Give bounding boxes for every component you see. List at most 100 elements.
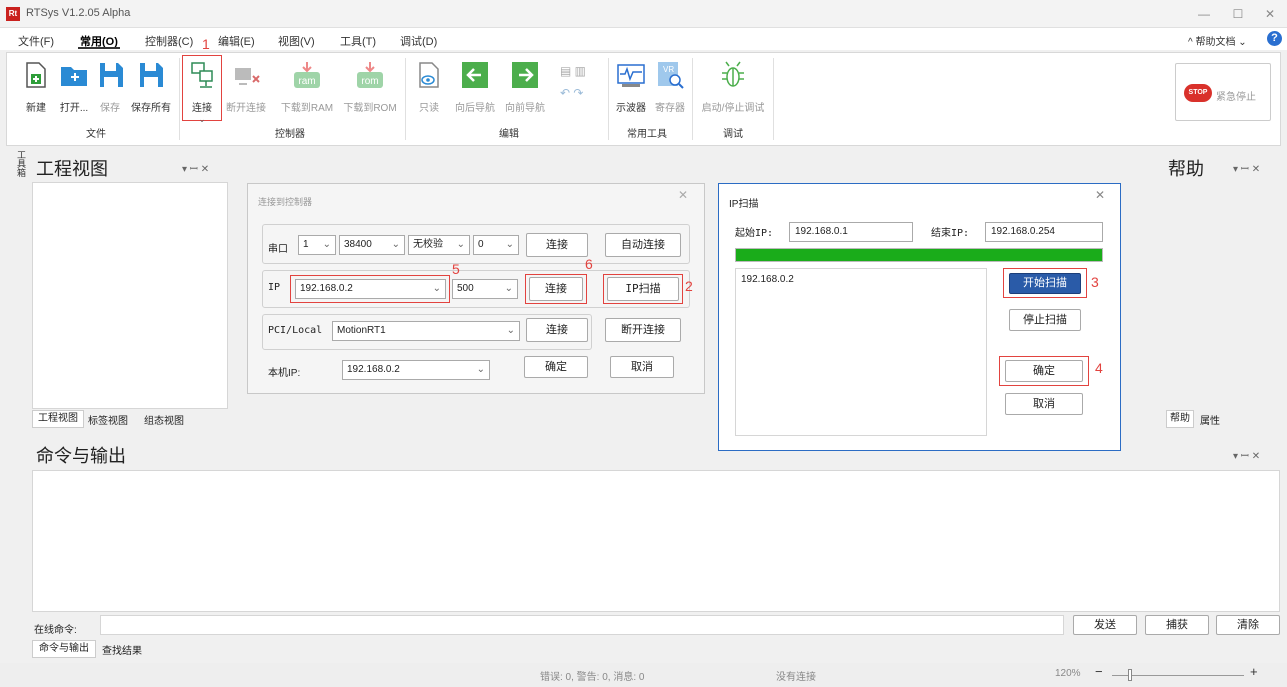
baud-rate-select[interactable]: 38400 (339, 235, 405, 255)
download-rom-button[interactable]: rom 下载到ROM (340, 60, 400, 120)
download-ram-button[interactable]: ram 下载到RAM (278, 60, 336, 120)
ip-scan-dialog-close-icon[interactable]: ✕ (1095, 188, 1105, 202)
oscilloscope-button[interactable]: 示波器 (612, 60, 650, 120)
online-command-input[interactable] (100, 615, 1064, 635)
download-ram-icon: ram (294, 62, 320, 88)
tab-find-results[interactable]: 查找结果 (102, 642, 142, 657)
end-ip-input[interactable]: 192.168.0.254 (985, 222, 1103, 242)
scan-progress-bar (735, 248, 1103, 262)
help-panel-title: 帮助 (1168, 159, 1204, 179)
zoom-slider-handle[interactable] (1128, 669, 1132, 681)
undo-redo-icon[interactable]: ↶ ↷ (560, 86, 586, 100)
menu-debug[interactable]: 调试(D) (400, 33, 437, 49)
start-ip-input[interactable]: 192.168.0.1 (789, 222, 913, 242)
register-icon: VR (658, 62, 684, 89)
help-icon[interactable]: ? (1267, 31, 1282, 46)
copy-icon[interactable]: ▤ ▥ (560, 64, 586, 78)
scan-result-item[interactable]: 192.168.0.2 (741, 274, 981, 285)
project-tree[interactable] (32, 182, 228, 409)
tab-config-view[interactable]: 组态视图 (144, 412, 184, 427)
zoom-out-icon[interactable]: − (1095, 664, 1103, 679)
menu-edit[interactable]: 编辑(E) (218, 33, 255, 49)
zoom-in-icon[interactable]: + (1250, 664, 1258, 679)
serial-label: 串口 (268, 244, 288, 255)
connect-dialog-close-icon[interactable]: ✕ (678, 188, 688, 202)
scan-results-list[interactable]: 192.168.0.2 (735, 268, 987, 436)
panel-options-icon[interactable]: ▾ ꟷ ✕ (182, 161, 209, 175)
group-edit-label: 编辑 (499, 129, 519, 140)
parity-select[interactable]: 无校验 (408, 235, 470, 255)
help-panel-options-icon[interactable]: ▾ ꟷ ✕ (1233, 161, 1260, 175)
navigate-forward-button[interactable]: 向前导航 (502, 60, 548, 120)
register-label: 寄存器 (655, 103, 685, 114)
group-separator (773, 58, 774, 140)
tab-properties[interactable]: 属性 (1200, 412, 1220, 427)
readonly-button[interactable]: 只读 (412, 60, 446, 120)
menu-tools[interactable]: 工具(T) (340, 33, 376, 49)
stop-scan-button[interactable]: 停止扫描 (1009, 309, 1081, 331)
ip-connect-button[interactable]: 连接 (529, 277, 583, 301)
ip-scan-dialog: IP扫描 ✕ 起始IP: 192.168.0.1 结束IP: 192.168.0… (718, 183, 1121, 451)
edit-small-icons[interactable]: ▤ ▥ ↶ ↷ (560, 64, 586, 100)
connect-ok-button[interactable]: 确定 (524, 356, 588, 378)
debug-toggle-button[interactable]: 启动/停止调试 (697, 60, 769, 120)
timeout-select[interactable]: 500 (452, 279, 518, 299)
toolbox-side-tab[interactable]: 工具箱 (8, 150, 28, 190)
minimize-icon[interactable]: — (1190, 4, 1218, 24)
emergency-stop-button[interactable]: STOP 紧急停止 (1175, 63, 1271, 121)
output-area[interactable] (32, 470, 1280, 612)
ip-address-select[interactable]: 192.168.0.2 (295, 279, 446, 299)
auto-connect-button[interactable]: 自动连接 (605, 233, 681, 257)
maximize-icon[interactable]: ☐ (1224, 4, 1252, 24)
clear-button[interactable]: 清除 (1216, 615, 1280, 635)
start-scan-button[interactable]: 开始扫描 (1009, 273, 1081, 294)
group-controller-label: 控制器 (275, 129, 305, 140)
send-button[interactable]: 发送 (1073, 615, 1137, 635)
tab-command-output[interactable]: 命令与输出 (32, 640, 96, 658)
output-panel-options-icon[interactable]: ▾ ꟷ ✕ (1233, 448, 1260, 462)
capture-button[interactable]: 捕获 (1145, 615, 1209, 635)
menu-controller[interactable]: 控制器(C) (145, 33, 193, 49)
register-button[interactable]: VR 寄存器 (652, 60, 688, 120)
oscilloscope-icon (617, 64, 645, 87)
close-icon[interactable]: ✕ (1256, 4, 1284, 24)
serial-connect-button[interactable]: 连接 (526, 233, 588, 257)
save-icon (100, 63, 123, 87)
group-debug-label: 调试 (723, 129, 743, 140)
save-button[interactable]: 保存 (96, 60, 124, 120)
group-tools-label: 常用工具 (627, 129, 667, 140)
save-all-icon (140, 63, 163, 87)
pci-connect-button[interactable]: 连接 (526, 318, 588, 342)
connect-button[interactable]: 连接 ⌄ (184, 60, 220, 124)
emergency-stop-label: 紧急停止 (1216, 92, 1256, 103)
disconnect-button[interactable]: 断开连接 (224, 60, 268, 120)
pci-device-select[interactable]: MotionRT1 (332, 321, 520, 341)
scan-ok-button[interactable]: 确定 (1005, 360, 1083, 382)
download-rom-icon: rom (357, 62, 383, 88)
stop-bits-select[interactable]: 0 (473, 235, 519, 255)
navigate-back-button[interactable]: 向后导航 (452, 60, 498, 120)
end-ip-label: 结束IP: (931, 228, 970, 239)
local-ip-select[interactable]: 192.168.0.2 (342, 360, 490, 380)
help-docs-link[interactable]: ^ 帮助文档 ⌄ (1188, 33, 1247, 48)
save-all-button[interactable]: 保存所有 (128, 60, 174, 120)
open-button[interactable]: 打开... (54, 60, 94, 120)
status-connection: 没有连接 (776, 672, 816, 683)
forward-label: 向前导航 (505, 103, 545, 114)
scan-cancel-button[interactable]: 取消 (1005, 393, 1083, 415)
start-ip-label: 起始IP: (735, 228, 774, 239)
connect-cancel-button[interactable]: 取消 (610, 356, 674, 378)
menu-file[interactable]: 文件(F) (18, 33, 54, 49)
save-all-label: 保存所有 (131, 103, 171, 114)
tab-help[interactable]: 帮助 (1166, 410, 1194, 428)
serial-port-select[interactable]: 1 (298, 235, 336, 255)
connect-dropdown-icon[interactable]: ⌄ (184, 114, 220, 125)
new-button[interactable]: 新建 (20, 60, 52, 120)
ip-scan-button[interactable]: IP扫描 (607, 277, 679, 301)
title-bar (0, 0, 1287, 28)
tab-project-view[interactable]: 工程视图 (32, 410, 84, 428)
menu-view[interactable]: 视图(V) (278, 33, 315, 49)
disconnect-dialog-button[interactable]: 断开连接 (605, 318, 681, 342)
tab-tag-view[interactable]: 标签视图 (88, 412, 128, 427)
bug-icon (722, 61, 744, 87)
